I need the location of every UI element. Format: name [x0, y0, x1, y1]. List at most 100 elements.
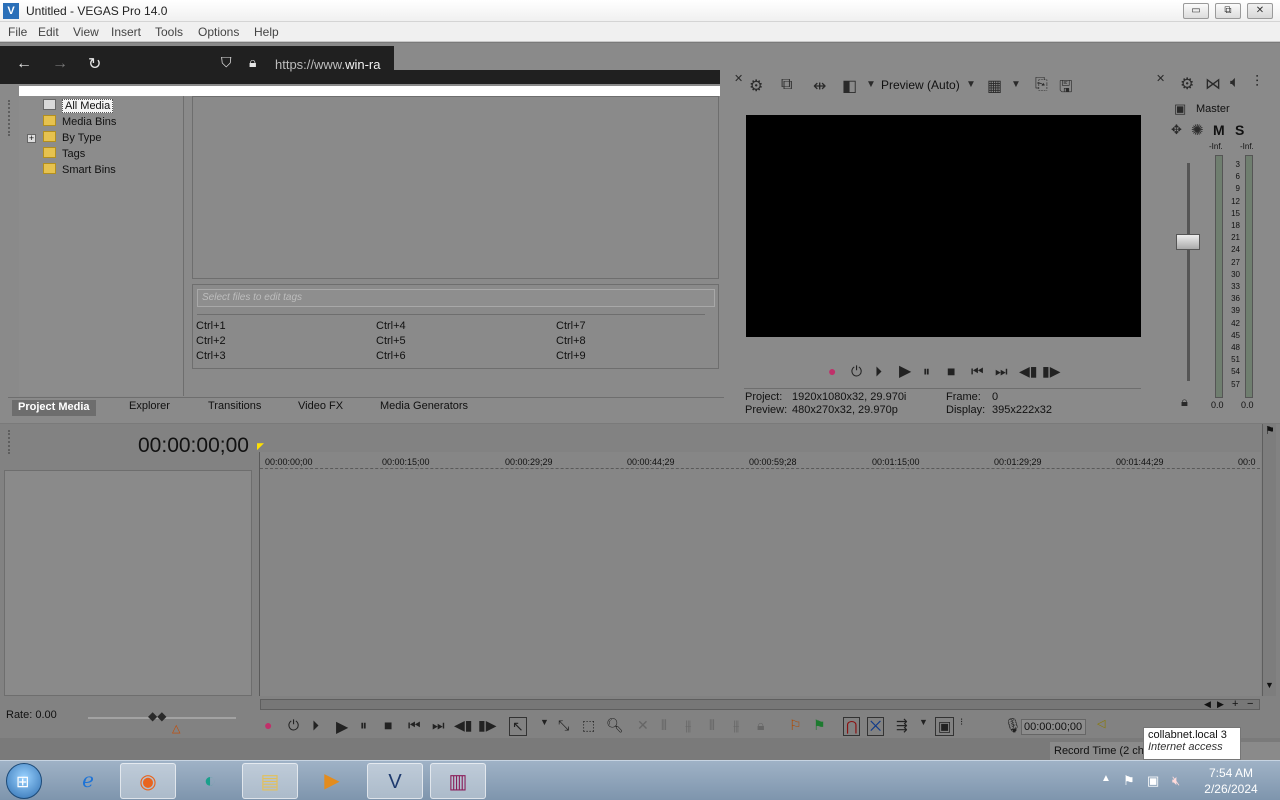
chevron-down-icon[interactable]: ▼	[1011, 79, 1021, 90]
vertical-scrollbar[interactable]: ⚑ ▼	[1262, 424, 1276, 696]
zoom-tool-icon[interactable]: 🔍︎	[606, 717, 624, 734]
record-icon[interactable]: ●	[828, 363, 836, 379]
go-to-start-icon[interactable]: ⏮	[408, 717, 421, 734]
scroll-down-icon[interactable]: ▼	[1265, 680, 1274, 690]
play-icon[interactable]: ▶	[899, 361, 911, 381]
shield-icon[interactable]: ⛉	[221, 54, 232, 71]
video-fx-icon[interactable]: ◧	[842, 76, 857, 96]
stop-icon[interactable]: ■	[947, 363, 955, 379]
tree-item-by-type[interactable]: By Type	[43, 131, 102, 144]
menu-tools[interactable]: Tools	[155, 25, 183, 39]
network-icon[interactable]: ▣	[1147, 773, 1159, 789]
track-list[interactable]	[4, 470, 252, 696]
delete-icon[interactable]: ✕	[637, 717, 649, 734]
back-arrow-icon[interactable]: ←	[16, 55, 32, 73]
snapping-icon[interactable]: ⋂	[843, 717, 861, 736]
split-icon[interactable]: ⫵	[733, 717, 739, 734]
timeline-end-time[interactable]: 00:00:00;00	[1021, 719, 1086, 735]
chat-app-icon[interactable]: ◐	[182, 763, 238, 799]
play-from-start-icon[interactable]: ⏵	[875, 363, 882, 380]
loop-icon[interactable]: ⏻	[851, 363, 862, 380]
file-explorer-icon[interactable]: ▤	[242, 763, 298, 799]
normal-edit-tool-icon[interactable]: ↖	[509, 717, 527, 736]
horizontal-scrollbar[interactable]: ◀ ▶ + −	[260, 698, 1260, 710]
go-to-end-icon[interactable]: ⏭	[432, 717, 445, 734]
gear-icon[interactable]: ⚙	[749, 76, 763, 96]
chevron-down-icon[interactable]: ▼	[540, 717, 549, 727]
tab-media-generators[interactable]: Media Generators	[380, 400, 468, 412]
tree-item-media-bins[interactable]: Media Bins	[43, 115, 116, 128]
pause-icon[interactable]: ⏸	[923, 363, 930, 380]
tree-item-all-media[interactable]: All Media	[43, 99, 114, 113]
chevron-down-icon[interactable]: ▼	[866, 79, 876, 90]
tree-item-tags[interactable]: Tags	[43, 147, 85, 160]
maximize-button[interactable]: ⧉	[1215, 3, 1241, 19]
record-icon[interactable]: ●	[264, 717, 272, 733]
next-frame-icon[interactable]: ▮▶	[478, 717, 496, 734]
tree-item-smart-bins[interactable]: Smart Bins	[43, 163, 116, 176]
preview-quality-dropdown[interactable]: Preview (Auto)	[881, 78, 960, 92]
lock-icon[interactable]: 🔒︎	[757, 717, 764, 734]
speaker-muted-icon[interactable]: 🔇︎	[1172, 773, 1180, 789]
loop-icon[interactable]: ⏻	[288, 717, 299, 734]
volume-fader-track[interactable]	[1187, 163, 1190, 381]
downmix-icon[interactable]: ⋈	[1205, 74, 1221, 94]
lock-icon[interactable]: 🔒︎	[1181, 394, 1188, 410]
chevron-down-icon[interactable]: ⁝	[960, 717, 963, 728]
menu-help[interactable]: Help	[254, 25, 279, 39]
show-hidden-icons-icon[interactable]: ▲	[1101, 773, 1111, 784]
chevron-down-icon[interactable]: ▼	[919, 717, 928, 727]
overlays-grid-icon[interactable]: ▦	[987, 76, 1002, 96]
action-center-flag-icon[interactable]: ⚑	[1123, 773, 1135, 789]
zoom-out-icon[interactable]: −	[1247, 698, 1253, 710]
menu-view[interactable]: View	[73, 25, 99, 39]
tab-explorer[interactable]: Explorer	[129, 400, 170, 412]
close-panel-icon[interactable]: ✕	[1156, 72, 1165, 85]
menu-options[interactable]: Options	[198, 25, 239, 39]
save-snapshot-icon[interactable]: 🖫︎	[1059, 76, 1073, 103]
forward-arrow-icon[interactable]: →	[52, 55, 68, 73]
external-monitor-icon[interactable]: ⧉	[781, 76, 792, 94]
cursor-marker-icon[interactable]: ◤	[257, 441, 264, 452]
volume-fader-knob[interactable]	[1176, 234, 1200, 250]
ripple-edit-icon[interactable]: ⇶	[896, 717, 908, 734]
fx-icon[interactable]: ✺	[1191, 121, 1204, 139]
solo-button[interactable]: S	[1235, 122, 1244, 138]
gear-icon[interactable]: ⚙	[1180, 74, 1194, 94]
envelope-tool-icon[interactable]: ⤡	[558, 717, 569, 734]
auto-crossfade-icon[interactable]: ⨉	[867, 717, 885, 736]
timeline-grip[interactable]	[8, 430, 11, 454]
marker-flag-icon[interactable]: ⚑	[1265, 424, 1275, 437]
menu-insert[interactable]: Insert	[111, 25, 141, 39]
next-frame-icon[interactable]: ▮▶	[1042, 363, 1060, 380]
stop-icon[interactable]: ■	[384, 717, 392, 733]
play-icon[interactable]: ▶	[336, 717, 348, 737]
insert-region-icon[interactable]: ⚑	[813, 717, 826, 734]
panel-grip[interactable]	[8, 100, 11, 136]
scroll-right-icon[interactable]: ▶	[1217, 699, 1224, 710]
speaker-icon[interactable]: 🔈︎	[1230, 74, 1240, 92]
tab-transitions[interactable]: Transitions	[208, 400, 261, 412]
vegas-pro-icon[interactable]: V	[367, 763, 423, 799]
previous-frame-icon[interactable]: ◀▮	[454, 717, 472, 734]
split-screen-icon[interactable]: ⇹	[813, 76, 826, 96]
url-text[interactable]: https://www.win-ra	[275, 57, 395, 72]
go-to-start-icon[interactable]: ⏮	[971, 363, 984, 380]
menu-edit[interactable]: Edit	[38, 25, 59, 39]
close-button[interactable]: ✕	[1247, 3, 1273, 19]
trim-icon[interactable]: ⫴	[661, 717, 667, 734]
pause-icon[interactable]: ⏸	[360, 717, 367, 734]
reload-icon[interactable]: ↻	[88, 54, 101, 74]
chevron-down-icon[interactable]: ▼	[966, 79, 976, 90]
mute-button[interactable]: M	[1213, 122, 1225, 138]
pan-icon[interactable]: ✥	[1171, 122, 1182, 138]
media-list[interactable]	[192, 96, 719, 279]
mixer-settings-icon[interactable]: ⫶	[1255, 74, 1259, 92]
media-player-icon[interactable]: ▶	[304, 763, 360, 799]
go-to-end-icon[interactable]: ⏭	[995, 363, 1008, 380]
tab-project-media[interactable]: Project Media	[12, 400, 96, 416]
trim-end-icon[interactable]: ⫴	[709, 717, 715, 734]
tags-input[interactable]: Select files to edit tags	[197, 289, 715, 307]
timeline-tracks[interactable]	[259, 452, 1261, 696]
tab-video-fx[interactable]: Video FX	[298, 400, 343, 412]
